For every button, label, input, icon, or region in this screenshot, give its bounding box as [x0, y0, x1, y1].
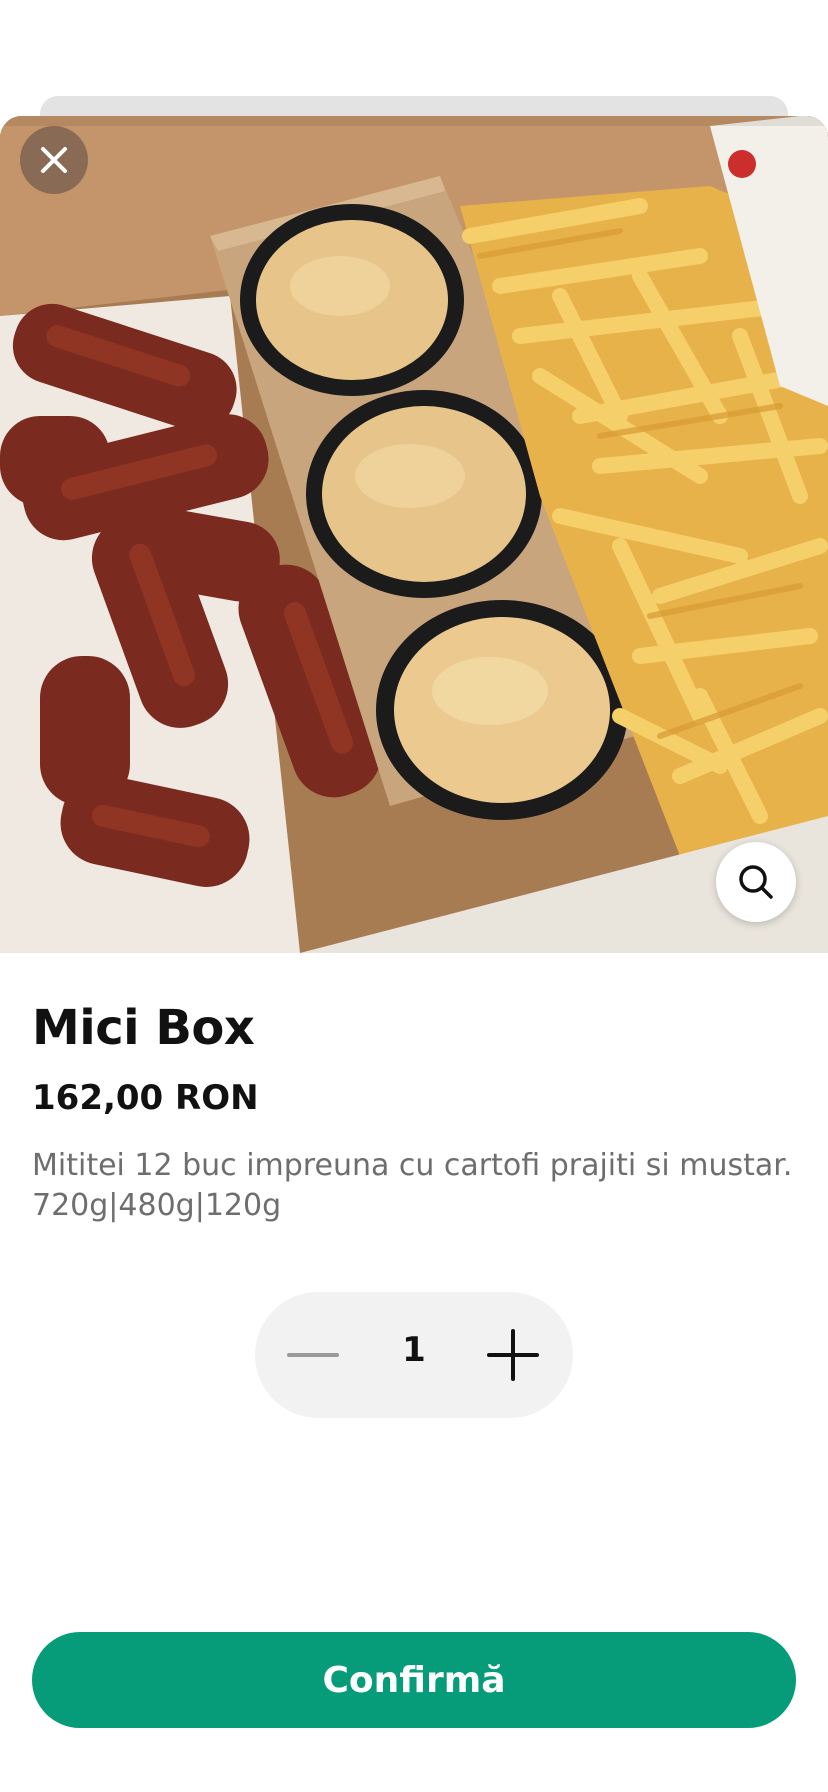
quantity-value: 1: [402, 1330, 426, 1370]
quantity-stepper: 1: [255, 1292, 573, 1418]
confirm-button[interactable]: Confirmă: [32, 1632, 796, 1728]
zoom-button[interactable]: [716, 842, 796, 922]
product-image: [0, 116, 828, 953]
product-title: Mici Box: [32, 1000, 255, 1056]
close-button[interactable]: [20, 126, 88, 194]
description-line: Mititei 12 buc impreuna cu cartofi praji…: [32, 1148, 793, 1183]
product-price: 162,00 RON: [32, 1078, 259, 1118]
search-icon: [739, 865, 773, 899]
minus-icon: [287, 1353, 339, 1357]
description-line: 720g|480g|120g: [32, 1188, 282, 1223]
increment-button[interactable]: [481, 1323, 545, 1387]
product-description: Mititei 12 buc impreuna cu cartofi praji…: [32, 1146, 802, 1226]
plus-icon: [487, 1329, 539, 1381]
decrement-button[interactable]: [283, 1325, 343, 1385]
close-icon: [41, 147, 67, 173]
